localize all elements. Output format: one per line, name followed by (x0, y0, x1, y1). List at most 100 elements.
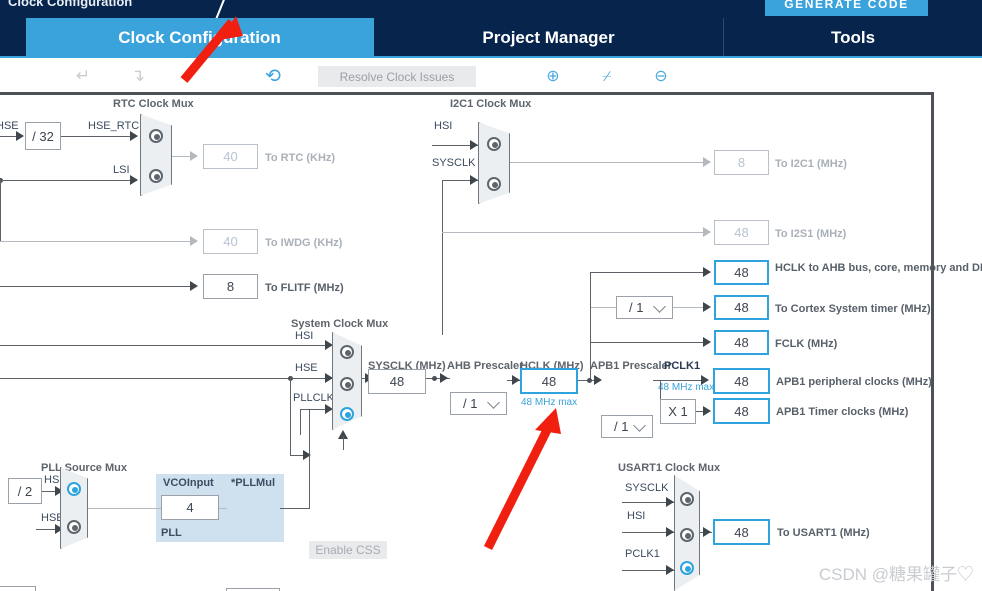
arrow-hse-to-div32 (16, 131, 24, 141)
i2c1-clock-mux[interactable] (478, 122, 510, 204)
i2c1-hsi-label: HSI (434, 120, 453, 132)
chevron-down-icon (633, 418, 646, 432)
wire-lsi-to-iwdg (0, 241, 196, 242)
usart1-mux-option-sysclk[interactable] (680, 492, 694, 506)
apb1-timer-multiplier: X 1 (660, 399, 696, 424)
pllmul-label: *PLLMul (231, 477, 275, 489)
pll-hse-prescaler-dropdown[interactable]: 1 (0, 586, 36, 591)
to-iwdg-value[interactable]: 40 (203, 229, 258, 254)
i2c1-mux-option-hsi[interactable] (487, 137, 501, 151)
usart1-pclk1-label: PCLK1 (625, 548, 660, 560)
zoom-out-icon[interactable]: ⊖ (648, 64, 674, 88)
rtc-clock-mux-title: RTC Clock Mux (113, 98, 194, 110)
pll-panel-label: PLL (161, 527, 182, 539)
i2c1-mux-option-sysclk[interactable] (487, 177, 501, 191)
system-mux-option-pllclk[interactable] (340, 407, 354, 421)
title-separator-slash (213, 0, 229, 18)
rtc-mux-option-hse-rtc[interactable] (149, 129, 163, 143)
system-mux-option-hsi[interactable] (340, 345, 354, 359)
generate-code-button[interactable]: GENERATE CODE (765, 0, 928, 16)
wire-hse-down-to-css (290, 378, 291, 456)
cortex-prescaler-value: / 1 (629, 300, 644, 315)
pll-mux-option-hsi[interactable] (67, 482, 81, 496)
sysclk-value[interactable]: 48 (368, 369, 426, 394)
clock-tree-canvas[interactable]: RTC Clock Mux HSE / 32 HSE_RTC LSI 40 To… (0, 92, 982, 591)
apb1-periph-value[interactable]: 48 (713, 368, 770, 394)
to-rtc-label: To RTC (KHz) (265, 152, 336, 164)
usart1-clock-mux[interactable] (674, 475, 700, 591)
usart1-mux-option-hsi[interactable] (680, 528, 694, 542)
arrow-pllclk-to-sysmux (325, 404, 333, 414)
vcoinput-value[interactable]: 4 (161, 495, 219, 520)
arrow-hclk-to-apb1pre (594, 375, 602, 385)
clock-configuration-screen: Clock Configuration GENERATE CODE Clock … (0, 0, 982, 591)
system-clock-mux[interactable] (332, 332, 362, 430)
usart1-clock-mux-title: USART1 Clock Mux (618, 462, 721, 474)
wire-hse-to-sysmux (0, 378, 334, 379)
to-i2c1-value[interactable]: 8 (714, 150, 769, 175)
pll-source-mux-title: PLL Source Mux (41, 462, 127, 474)
ahb-prescaler-label: AHB Prescaler (447, 360, 524, 372)
arrow-to-flitf (190, 281, 198, 291)
arrow-pclk1-to-usartmux (666, 565, 674, 575)
hclk-max-note: 48 MHz max (521, 397, 578, 408)
rtc-clock-mux[interactable] (140, 114, 172, 196)
ahb-prescaler-dropdown[interactable]: / 1 (450, 392, 507, 415)
arrow-to-apb1-timer (703, 406, 711, 416)
redo-icon[interactable]: ↴ (125, 64, 151, 88)
wire-pllclk-riser (300, 409, 301, 435)
to-usart1-value[interactable]: 48 (713, 519, 770, 545)
arrow-to-iwdg (190, 236, 198, 246)
hclk-to-ahb-value[interactable]: 48 (714, 260, 769, 285)
to-cortex-value[interactable]: 48 (714, 295, 769, 320)
fclk-label: FCLK (MHz) (775, 338, 838, 350)
fclk-value[interactable]: 48 (714, 330, 769, 355)
apb1-periph-label: APB1 peripheral clocks (MHz) (776, 376, 932, 388)
to-iwdg-label: To IWDG (KHz) (265, 237, 343, 249)
arrow-lsi-to-rtcmux (130, 175, 138, 185)
wire-hsi-to-sysmux (0, 345, 334, 346)
hclk-value[interactable]: 48 (520, 368, 578, 394)
system-mux-option-hse[interactable] (340, 377, 354, 391)
sys-pllclk-label: PLLCLK (293, 392, 334, 404)
to-rtc-value[interactable]: 40 (203, 144, 258, 169)
enable-css-button[interactable]: Enable CSS (309, 541, 387, 559)
arrow-ahbpre-to-hclk (512, 375, 520, 385)
pll-mux-option-hse[interactable] (67, 520, 81, 534)
fit-to-screen-icon[interactable]: ⌿ (594, 64, 620, 88)
pll-source-mux[interactable] (60, 467, 88, 549)
system-clock-mux-title: System Clock Mux (291, 318, 389, 330)
arrow-sysclk-to-usartmux (666, 497, 674, 507)
tab-tools[interactable]: Tools (724, 18, 982, 58)
wire-lsi-to-rtcmux (0, 180, 137, 181)
usart1-mux-option-pclk1[interactable] (680, 561, 694, 575)
to-i2s1-value[interactable]: 48 (714, 220, 769, 245)
wire-cortex-prescaler-out (673, 307, 706, 308)
tab-bar-left-spacer (0, 18, 26, 58)
i2c1-sysclk-label: SYSCLK (432, 157, 476, 169)
wire-vco-to-pllmul (219, 508, 227, 509)
window-title-bar: Clock Configuration GENERATE CODE (0, 0, 982, 18)
arrow-hsi-to-i2c1mux (470, 140, 478, 150)
undo-icon[interactable]: ↵ (70, 64, 96, 88)
to-usart1-label: To USART1 (MHz) (777, 527, 870, 539)
apb1-prescaler-dropdown[interactable]: / 1 (601, 415, 653, 438)
arrow-hsi-to-sysmux (325, 340, 333, 350)
tab-project-manager[interactable]: Project Manager (374, 18, 724, 58)
rtc-mux-option-lsi[interactable] (149, 169, 163, 183)
resolve-clock-issues-button[interactable]: Resolve Clock Issues (318, 66, 476, 87)
sysclk-junction-dot (432, 376, 437, 381)
arrow-to-i2s1 (703, 227, 711, 237)
apb1-timer-value[interactable]: 48 (713, 398, 770, 424)
zoom-in-icon[interactable]: ⊕ (540, 64, 566, 88)
cortex-prescaler-dropdown[interactable]: / 1 (616, 296, 673, 319)
to-flitf-value[interactable]: 8 (203, 274, 258, 299)
reset-icon[interactable]: ⟲ (260, 64, 286, 88)
hclk-to-ahb-label: HCLK to AHB bus, core, memory and DMA (M… (775, 262, 982, 274)
tab-clock-configuration[interactable]: Clock Configuration (26, 18, 374, 58)
wire-css-to-mux (343, 436, 344, 450)
arrow-to-fclk (703, 337, 711, 347)
rtc-lsi-label: LSI (113, 164, 130, 176)
wire-sysclk-to-i2s1 (442, 232, 710, 233)
sys-hsi-label: HSI (295, 330, 314, 342)
